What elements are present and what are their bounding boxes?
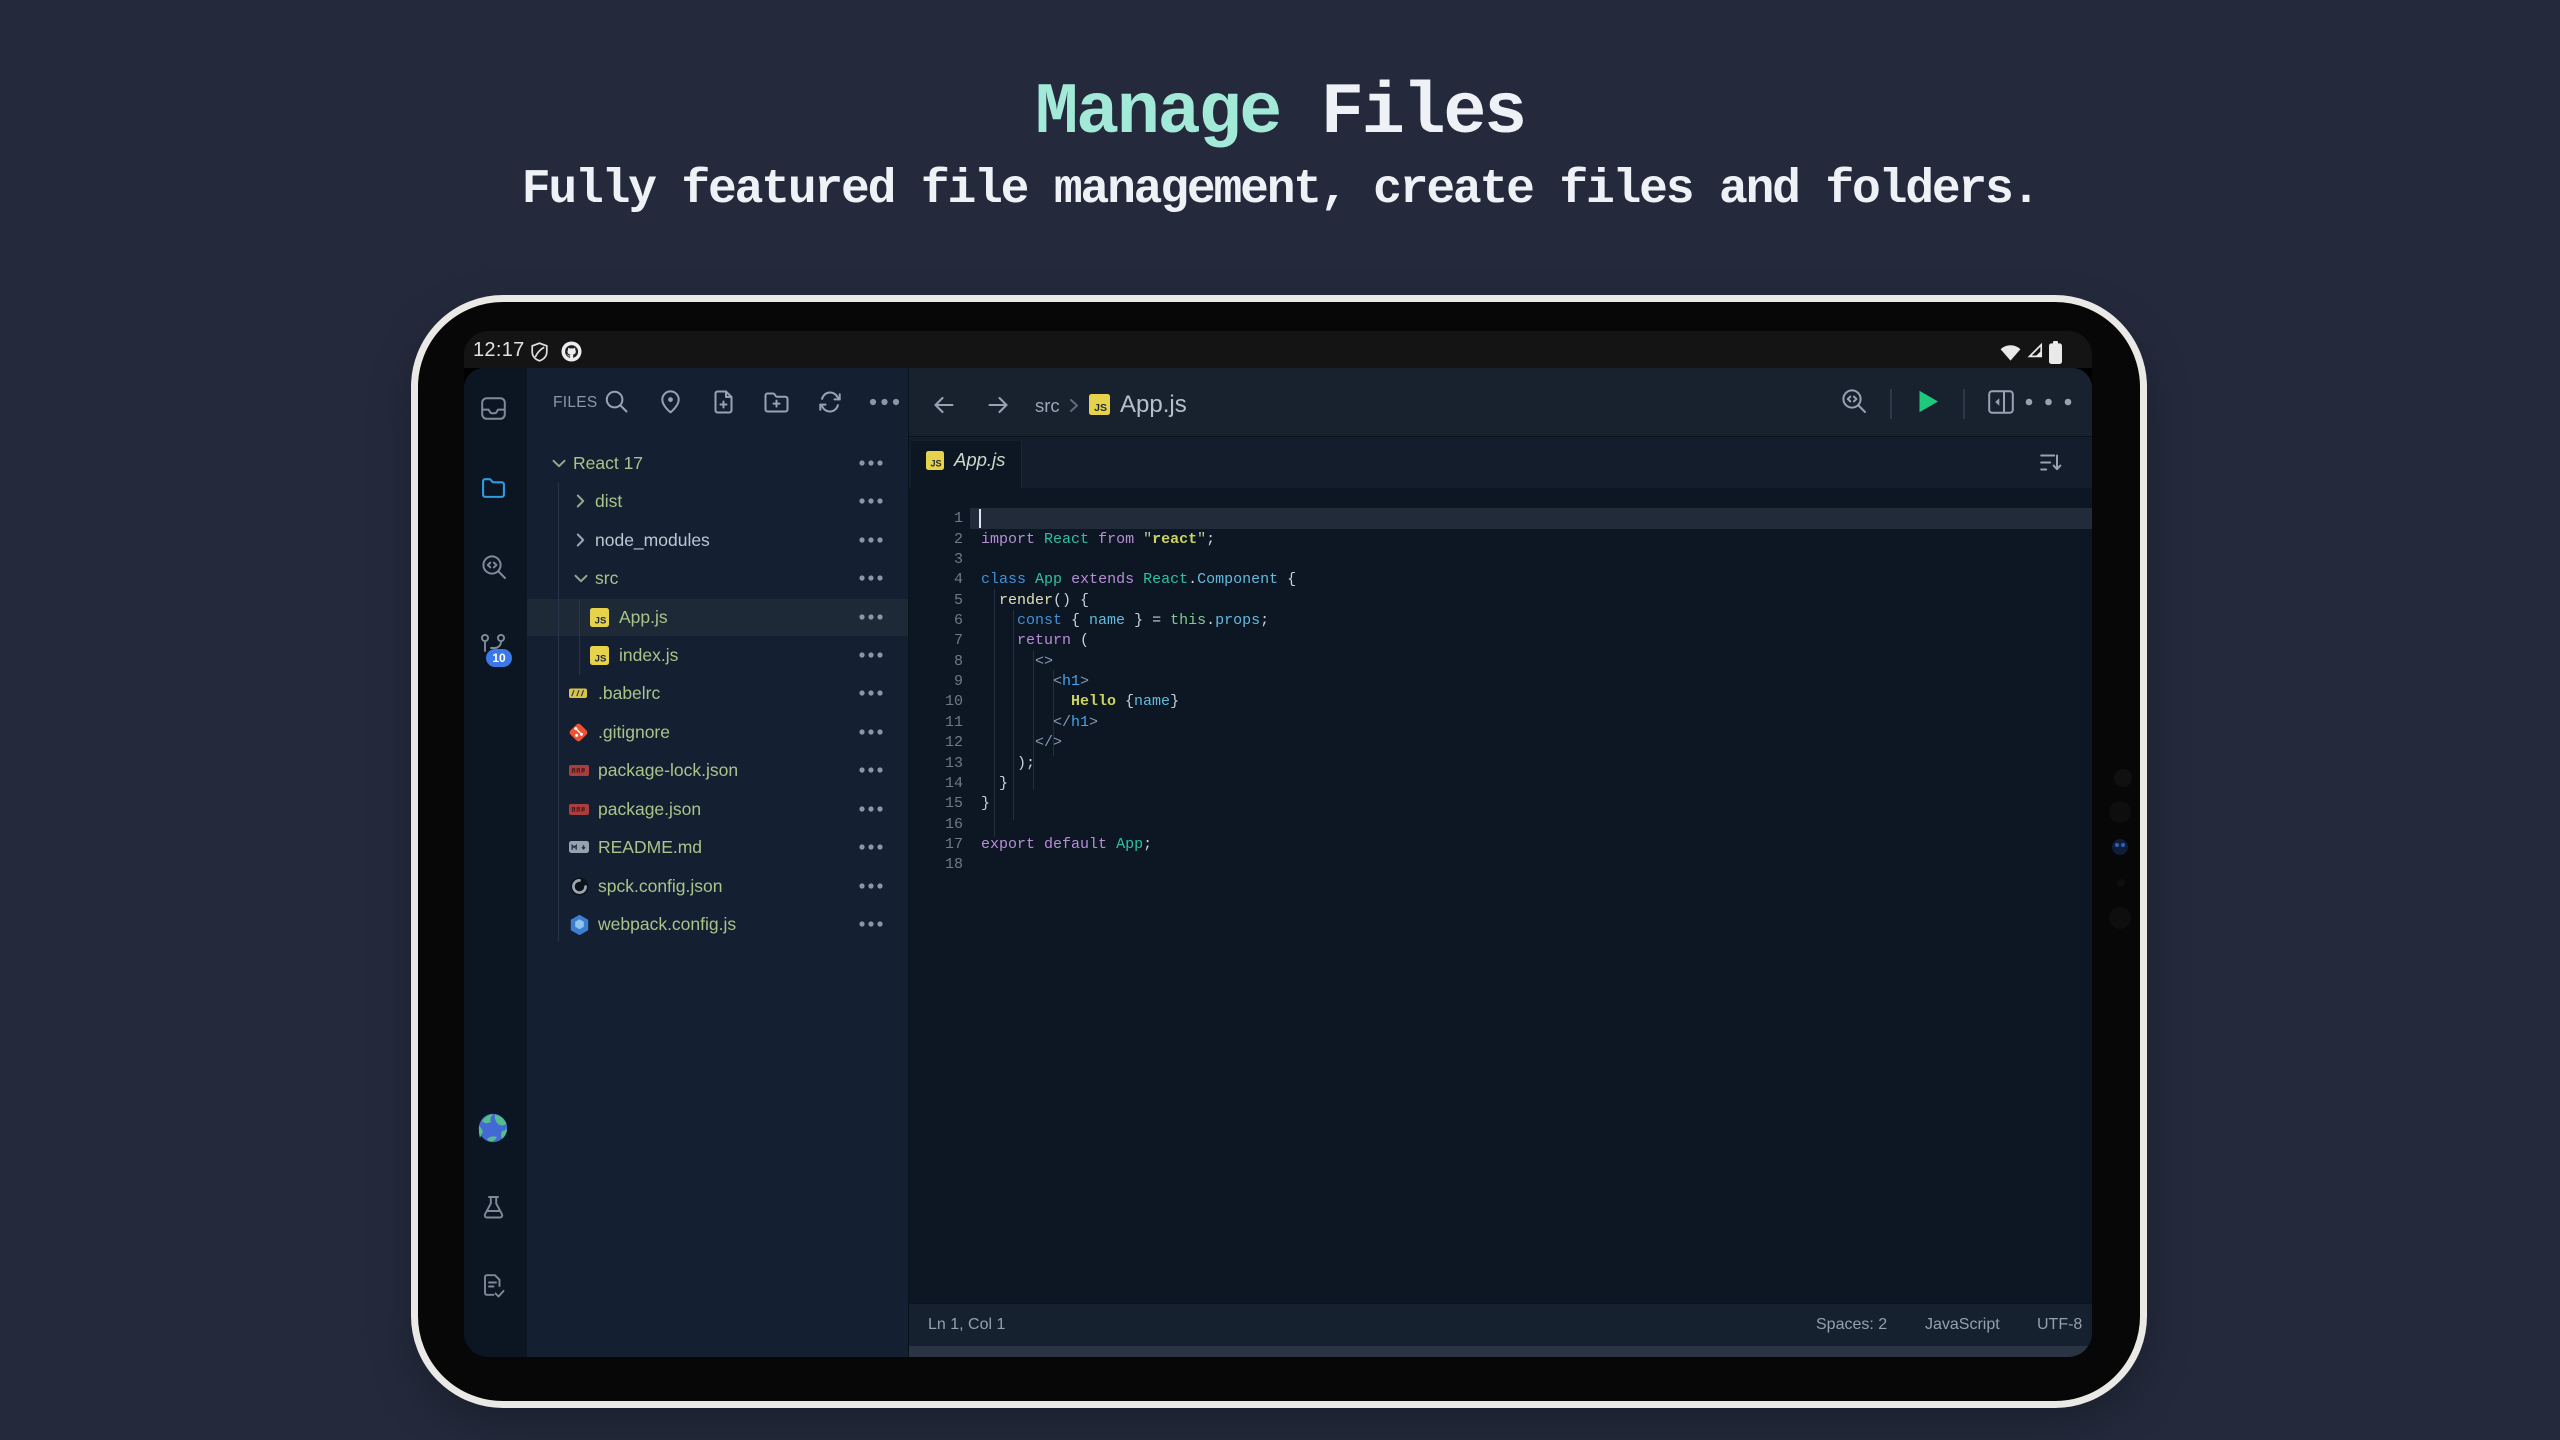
- svg-text:JS: JS: [930, 458, 941, 468]
- svg-text:JS: JS: [595, 616, 607, 627]
- svg-text:JS: JS: [595, 654, 607, 665]
- svg-text:JS: JS: [1094, 402, 1107, 414]
